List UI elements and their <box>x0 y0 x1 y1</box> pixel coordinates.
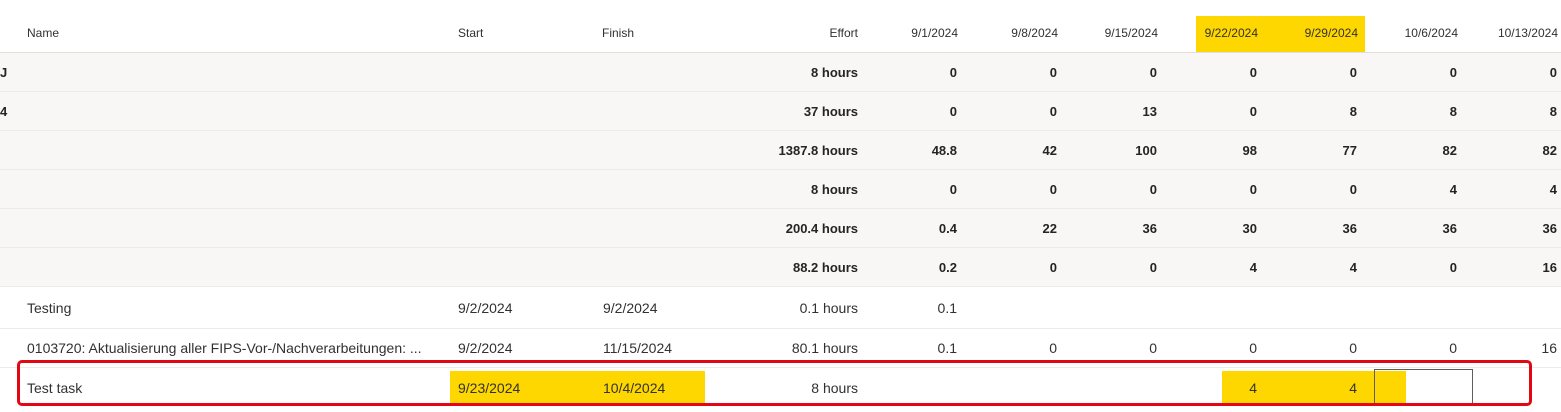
week-cell[interactable]: 0 <box>1280 65 1357 80</box>
table-row[interactable]: 200.4 hours 0.4 22 36 30 36 36 36 <box>0 209 1561 248</box>
week-cell[interactable]: 0 <box>980 65 1057 80</box>
week-cell[interactable]: 0 <box>880 65 957 80</box>
table-row[interactable]: 8 hours 0 0 0 0 0 4 4 <box>0 170 1561 209</box>
week-cell[interactable]: 0 <box>980 260 1057 275</box>
table-row[interactable]: Testing 9/2/2024 9/2/2024 0.1 hours 0.1 <box>0 288 1561 329</box>
column-header-finish[interactable]: Finish <box>602 0 634 52</box>
week-cell[interactable]: 16 <box>1480 340 1557 356</box>
week-cell[interactable]: 36 <box>1080 221 1157 236</box>
week-cell[interactable]: 4 <box>1480 182 1557 197</box>
week-cell[interactable]: 22 <box>980 221 1057 236</box>
week-cell[interactable]: 30 <box>1180 221 1257 236</box>
week-cell[interactable]: 0 <box>880 182 957 197</box>
week-cell[interactable]: 8 <box>1480 104 1557 119</box>
week-cell[interactable]: 0 <box>980 182 1057 197</box>
week-cell[interactable]: 0 <box>1080 182 1157 197</box>
week-cell[interactable]: 0.1 <box>880 300 957 316</box>
grid-header: Name Start Finish Effort 9/1/2024 9/8/20… <box>0 0 1561 53</box>
week-cell[interactable]: 36 <box>1480 221 1557 236</box>
week-cell[interactable]: 4 <box>1180 380 1257 396</box>
finish-date-cell[interactable]: 11/15/2024 <box>603 340 672 356</box>
week-cell[interactable]: 0.2 <box>880 260 957 275</box>
start-date-cell[interactable]: 9/2/2024 <box>458 340 513 356</box>
week-cell[interactable]: 100 <box>1080 143 1157 158</box>
column-header-week[interactable]: 9/15/2024 <box>1080 0 1158 52</box>
week-cell[interactable]: 98 <box>1180 143 1257 158</box>
week-cell[interactable]: 4 <box>1180 260 1257 275</box>
week-cell[interactable]: 0 <box>1180 340 1257 356</box>
week-cell[interactable]: 77 <box>1280 143 1357 158</box>
week-cell[interactable]: 0.1 <box>880 340 957 356</box>
week-cell[interactable]: 0.4 <box>880 221 957 236</box>
table-row[interactable]: 1387.8 hours 48.8 42 100 98 77 82 82 <box>0 131 1561 170</box>
column-header-name[interactable]: Name <box>27 0 59 52</box>
week-cell[interactable]: 0 <box>1280 182 1357 197</box>
row-edge-label: 4 <box>0 104 8 119</box>
week-cell[interactable]: 8 <box>1280 104 1357 119</box>
task-name[interactable]: Test task <box>27 380 427 396</box>
table-row[interactable]: J 8 hours 0 0 0 0 0 0 0 <box>0 53 1561 92</box>
week-cell[interactable]: 36 <box>1280 221 1357 236</box>
week-cell[interactable]: 48.8 <box>880 143 957 158</box>
week-cell[interactable]: 0 <box>980 340 1057 356</box>
column-header-week[interactable]: 9/8/2024 <box>980 0 1058 52</box>
finish-date-cell[interactable]: 9/2/2024 <box>603 300 658 316</box>
week-cell[interactable]: 42 <box>980 143 1057 158</box>
week-cell[interactable]: 0 <box>1080 260 1157 275</box>
week-cell[interactable]: 36 <box>1380 221 1457 236</box>
effort-cell[interactable]: 88.2 hours <box>737 260 858 275</box>
column-header-week[interactable]: 9/22/2024 <box>1180 0 1258 52</box>
finish-date-cell[interactable]: 10/4/2024 <box>603 380 665 396</box>
week-cell[interactable]: 0 <box>1280 340 1357 356</box>
week-cell[interactable]: 0 <box>1480 65 1557 80</box>
column-header-week[interactable]: 10/13/2024 <box>1480 0 1558 52</box>
table-row-selected[interactable]: Test task 9/23/2024 10/4/2024 8 hours 4 … <box>0 368 1561 412</box>
week-cell[interactable]: 0 <box>1380 340 1457 356</box>
row-edge-label: J <box>0 65 8 80</box>
week-cell[interactable]: 4 <box>1280 380 1357 396</box>
table-row[interactable]: 0103720: Aktualisierung aller FIPS-Vor-/… <box>0 329 1561 368</box>
week-cell[interactable]: 82 <box>1380 143 1457 158</box>
start-date-cell[interactable]: 9/2/2024 <box>458 300 513 316</box>
week-cell[interactable]: 13 <box>1080 104 1157 119</box>
week-cell[interactable]: 0 <box>1180 104 1257 119</box>
effort-cell[interactable]: 80.1 hours <box>737 340 858 356</box>
week-cell[interactable]: 0 <box>980 104 1057 119</box>
week-cell[interactable]: 0 <box>1380 65 1457 80</box>
effort-cell[interactable]: 8 hours <box>737 380 858 396</box>
week-cell[interactable]: 4 <box>1380 182 1457 197</box>
column-header-effort[interactable]: Effort <box>757 0 858 52</box>
week-cell[interactable]: 16 <box>1480 260 1557 275</box>
column-header-week[interactable]: 10/6/2024 <box>1380 0 1458 52</box>
week-cell[interactable]: 0 <box>1380 260 1457 275</box>
table-row[interactable]: 4 37 hours 0 0 13 0 8 8 8 <box>0 92 1561 131</box>
column-header-week[interactable]: 9/1/2024 <box>880 0 958 52</box>
task-name[interactable]: 0103720: Aktualisierung aller FIPS-Vor-/… <box>27 340 427 356</box>
column-header-start[interactable]: Start <box>458 0 483 52</box>
start-date-cell[interactable]: 9/23/2024 <box>458 380 520 396</box>
effort-cell[interactable]: 0.1 hours <box>737 300 858 316</box>
week-cell[interactable]: 0 <box>1080 65 1157 80</box>
effort-cell[interactable]: 8 hours <box>737 182 858 197</box>
column-header-week[interactable]: 9/29/2024 <box>1280 0 1358 52</box>
effort-cell[interactable]: 37 hours <box>737 104 858 119</box>
effort-cell[interactable]: 8 hours <box>737 65 858 80</box>
week-cell[interactable]: 82 <box>1480 143 1557 158</box>
week-cell[interactable]: 0 <box>1180 65 1257 80</box>
effort-cell[interactable]: 200.4 hours <box>737 221 858 236</box>
task-name[interactable]: Testing <box>27 300 427 316</box>
week-cell[interactable]: 0 <box>1180 182 1257 197</box>
week-cell[interactable]: 0 <box>1080 340 1157 356</box>
focused-cell[interactable] <box>1374 369 1473 406</box>
week-cell[interactable]: 8 <box>1380 104 1457 119</box>
week-cell[interactable]: 4 <box>1280 260 1357 275</box>
table-row[interactable]: 88.2 hours 0.2 0 0 4 4 0 16 <box>0 248 1561 287</box>
effort-cell[interactable]: 1387.8 hours <box>737 143 859 158</box>
week-cell[interactable]: 0 <box>880 104 957 119</box>
